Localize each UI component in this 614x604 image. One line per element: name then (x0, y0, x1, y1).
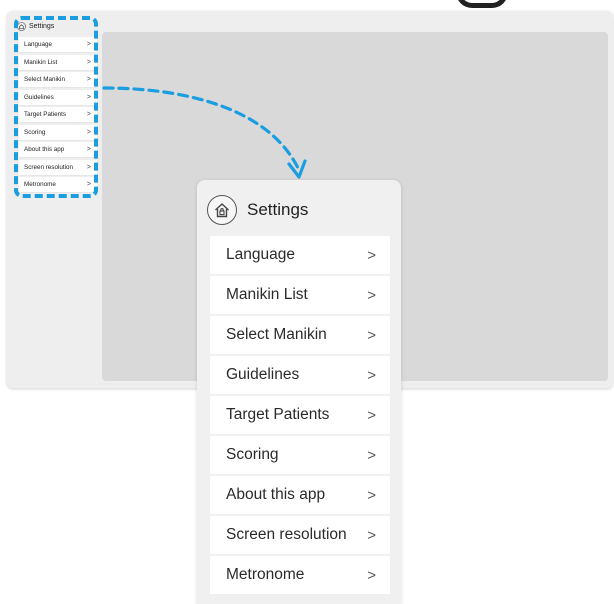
menu-item-select-manikin[interactable]: Select Manikin > (210, 316, 390, 354)
screenshot-stage: Settings Language > Manikin List > Selec… (0, 0, 614, 604)
highlight-dashed-box (14, 16, 98, 198)
settings-title: Settings (247, 200, 309, 219)
settings-header: Settings (207, 188, 308, 232)
menu-item-label: Metronome (226, 566, 305, 583)
chevron-right-icon: > (367, 446, 376, 464)
menu-item-screen-resolution[interactable]: Screen resolution > (210, 516, 390, 554)
chevron-right-icon: > (367, 526, 376, 544)
chevron-right-icon: > (367, 366, 376, 384)
menu-item-label: Manikin List (226, 286, 308, 303)
chevron-right-icon: > (367, 566, 376, 584)
menu-item-label: Screen resolution (226, 526, 347, 543)
menu-item-metronome[interactable]: Metronome > (210, 556, 390, 594)
menu-item-label: Language (226, 246, 295, 263)
settings-menu-list: Language > Manikin List > Select Manikin… (210, 236, 390, 596)
cropped-heading-glyph (456, 0, 508, 8)
menu-item-label: Guidelines (226, 366, 300, 383)
chevron-right-icon: > (367, 286, 376, 304)
home-lock-icon (207, 195, 237, 225)
menu-item-label: About this app (226, 486, 326, 503)
chevron-right-icon: > (367, 486, 376, 504)
menu-item-label: Select Manikin (226, 326, 327, 343)
menu-item-label: Target Patients (226, 406, 330, 423)
menu-item-guidelines[interactable]: Guidelines > (210, 356, 390, 394)
menu-item-label: Scoring (226, 446, 279, 463)
zoomed-settings-panel: Settings Language > Manikin List > Selec… (197, 180, 401, 604)
menu-item-scoring[interactable]: Scoring > (210, 436, 390, 474)
menu-item-manikin-list[interactable]: Manikin List > (210, 276, 390, 314)
menu-item-about-this-app[interactable]: About this app > (210, 476, 390, 514)
chevron-right-icon: > (367, 326, 376, 344)
chevron-right-icon: > (367, 406, 376, 424)
menu-item-language[interactable]: Language > (210, 236, 390, 274)
chevron-right-icon: > (367, 246, 376, 264)
menu-item-target-patients[interactable]: Target Patients > (210, 396, 390, 434)
